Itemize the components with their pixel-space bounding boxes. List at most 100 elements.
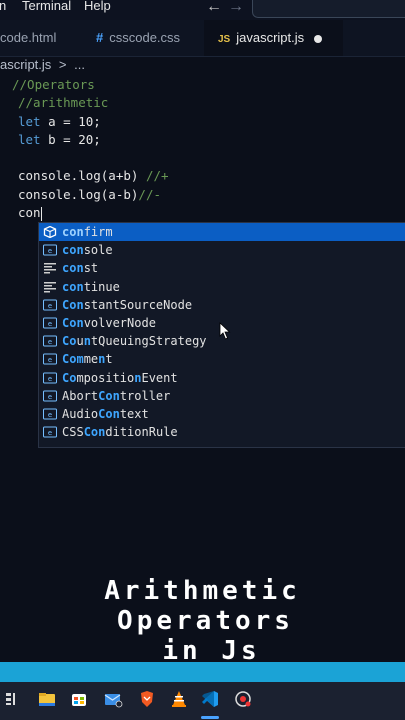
suggestion-item[interactable]: e Comment [39, 350, 405, 368]
suggestion-rest: u [76, 334, 84, 349]
suggestion-rest: ditionRule [105, 425, 178, 440]
suggestion-prefix: Audio [62, 407, 99, 421]
brave-browser-icon[interactable] [137, 689, 157, 709]
mouse-cursor-icon [219, 322, 231, 340]
menu-item-file[interactable]: n [0, 0, 6, 13]
suggestion-rest: stantSourceNode [83, 297, 193, 312]
suggestion-item[interactable]: e CompositionEvent [39, 369, 405, 387]
suggestion-item[interactable]: e AbortController [39, 387, 405, 405]
variable-icon: e [43, 317, 57, 329]
variable-icon: e [43, 390, 57, 402]
suggestion-match: Co [62, 370, 77, 385]
suggestion-rest: t [105, 352, 113, 367]
js-file-icon: JS [218, 34, 231, 45]
suggestion-label: confirm [62, 223, 113, 241]
suggestion-item[interactable]: e CSSConditionRule [39, 423, 405, 441]
code-line-2: //arithmetic [18, 95, 109, 110]
tab-code-html[interactable]: code.html [0, 20, 88, 56]
suggestion-label: CountQueuingStrategy [62, 332, 207, 350]
caption-line-1: Arithmetic [104, 576, 301, 606]
code-line-3: let a = 10; [18, 113, 101, 131]
suggestion-rest: text [119, 407, 149, 421]
menu-item-terminal[interactable]: Terminal [22, 0, 71, 13]
suggestion-label: CSSConditionRule [62, 423, 178, 441]
back-arrow-icon[interactable]: ← [206, 0, 222, 16]
code-text: a = 10; [40, 114, 101, 129]
svg-text:e: e [48, 429, 52, 437]
suggestion-rest: mpositio [76, 370, 135, 385]
variable-icon: e [43, 408, 57, 420]
variable-icon: e [43, 353, 57, 365]
suggestion-item[interactable]: confirm [39, 223, 405, 242]
suggestion-match: con [62, 225, 84, 239]
suggestion-item[interactable]: continue [39, 278, 405, 296]
mail-icon[interactable] [103, 689, 123, 709]
suggestion-match: Co [62, 334, 77, 349]
suggestion-prefix: Abort [62, 388, 99, 403]
tab-label: csscode.css [109, 30, 181, 45]
breadcrumb[interactable]: ascript.js > ... [0, 57, 85, 75]
suggestion-match: Com [62, 352, 84, 367]
variable-icon: e [43, 372, 57, 384]
tab-label: code.html [0, 30, 57, 45]
svg-text:e: e [48, 338, 52, 346]
forward-arrow-icon[interactable]: → [228, 0, 244, 16]
store-icon[interactable] [69, 689, 89, 709]
variable-icon: e [43, 426, 57, 438]
code-line-4: let b = 20; [18, 131, 101, 149]
svg-text:e: e [48, 375, 52, 383]
vlc-icon[interactable] [169, 689, 189, 709]
suggestion-rest: st [83, 261, 99, 276]
svg-text:e: e [48, 302, 52, 310]
suggestion-match: Con [98, 388, 120, 403]
svg-text:e: e [48, 320, 52, 328]
suggestion-match: Con [62, 316, 84, 330]
suggestion-label: ConvolverNode [62, 314, 156, 332]
code-comment: //- [138, 187, 161, 202]
suggestion-label: CompositionEvent [62, 369, 178, 387]
suggestion-rest: Event [141, 370, 178, 385]
suggestion-item[interactable]: e console [39, 241, 405, 259]
suggestion-rest: me [83, 352, 99, 367]
css-file-icon: # [96, 30, 104, 45]
suggestion-rest: tinue [83, 279, 120, 294]
unsaved-dot-icon[interactable] [314, 34, 323, 43]
suggestion-prefix: CSS [62, 425, 84, 440]
suggestion-label: console [62, 241, 113, 259]
suggestion-label: const [62, 259, 98, 277]
suggestion-rest: troller [119, 388, 171, 403]
taskbar [0, 682, 405, 720]
suggestion-label: AbortController [62, 387, 170, 405]
task-view-icon[interactable] [4, 689, 24, 709]
tab-csscode-css[interactable]: # csscode.css [96, 20, 196, 56]
code-line-1: //Operators [12, 77, 95, 92]
recorder-icon[interactable] [233, 689, 253, 709]
menu-item-help[interactable]: Help [84, 0, 111, 13]
code-text: con [18, 205, 41, 220]
suggestion-label: AudioContext [62, 405, 149, 423]
variable-icon: e [43, 299, 57, 311]
suggestion-match: Con [62, 297, 84, 312]
suggestion-item[interactable]: e ConstantSourceNode [39, 296, 405, 314]
svg-text:e: e [48, 411, 52, 419]
breadcrumb-file[interactable]: ascript.js [0, 57, 51, 72]
vscode-icon[interactable] [200, 689, 220, 709]
breadcrumb-symbol[interactable]: ... [74, 57, 85, 72]
suggestion-match: Con [83, 425, 106, 440]
code-line-8: con [18, 204, 42, 222]
command-center-search[interactable] [252, 0, 405, 18]
editor-tabs: code.html # csscode.css JS javascript.js [0, 20, 405, 57]
menu-bar: n Terminal Help ← → [0, 0, 405, 20]
suggestion-match: con [62, 279, 84, 294]
suggestion-rest: sole [83, 243, 113, 258]
tab-javascript-js[interactable]: JS javascript.js [204, 20, 343, 56]
suggestion-item[interactable]: const [39, 259, 405, 277]
file-explorer-icon[interactable] [37, 689, 57, 709]
chevron-right-icon: > [58, 57, 67, 72]
code-text: console.log(a-b) [18, 187, 139, 202]
keyword: let [18, 132, 41, 147]
code-line-6: console.log(a+b) //+ [18, 167, 169, 185]
suggestion-item[interactable]: e AudioContext [39, 405, 405, 423]
suggestion-label: Comment [62, 350, 113, 368]
suggestion-rest: tQueuingStrategy [90, 334, 207, 349]
